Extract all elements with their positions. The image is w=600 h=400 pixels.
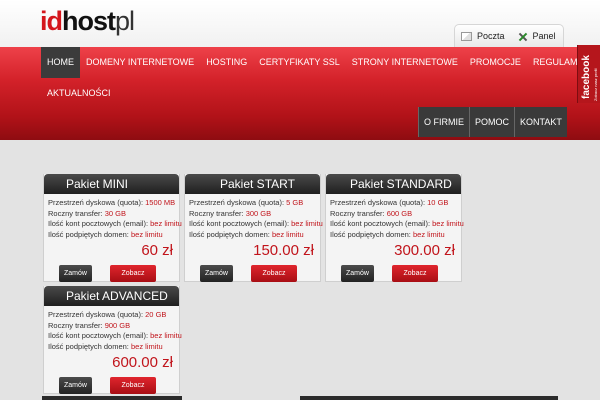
logo-part-id: id: [40, 6, 63, 36]
nav-promotions[interactable]: PROMOCJE: [464, 47, 527, 78]
emails-value: bez limitu: [432, 219, 464, 228]
emails-label: Ilość kont pocztowych (email):: [189, 219, 290, 228]
view-button[interactable]: Zobacz: [110, 377, 156, 394]
transfer-label: Roczny transfer:: [330, 208, 385, 218]
domains-row: Ilość podpiętych domen: bez limitu: [48, 342, 179, 353]
main-nav-banner: HOME DOMENY INTERNETOWE HOSTING CERTYFIK…: [0, 47, 600, 140]
domains-label: Ilość podpiętych domen:: [330, 229, 411, 239]
package-price: 150.00 zł: [253, 242, 314, 259]
domains-value: bez limitu: [412, 229, 445, 239]
domains-value: bez limitu: [271, 229, 304, 239]
view-button[interactable]: Zobacz: [110, 265, 156, 282]
nav-ssl[interactable]: CERTYFIKATY SSL: [253, 47, 346, 78]
emails-row: Ilość kont pocztowych (email): bez limit…: [48, 219, 182, 230]
domains-label: Ilość podpiętych domen:: [48, 341, 129, 351]
package-title: Pakiet STANDARD: [326, 174, 461, 194]
panel-link[interactable]: Panel: [511, 25, 562, 47]
quota-label: Przestrzeń dyskowa (quota):: [189, 198, 285, 207]
quota-label: Przestrzeń dyskowa (quota):: [330, 198, 426, 207]
transfer-value: 600 GB: [386, 208, 413, 218]
order-button[interactable]: Zamów: [341, 265, 374, 282]
panel-link-label: Panel: [532, 31, 556, 41]
nav-domains[interactable]: DOMENY INTERNETOWE: [80, 47, 200, 78]
site-logo[interactable]: idhostpl: [40, 6, 135, 36]
transfer-label: Roczny transfer:: [189, 208, 244, 218]
quota-row: Przestrzeń dyskowa (quota): 5 GB: [189, 198, 320, 209]
quota-row: Przestrzeń dyskowa (quota): 10 GB: [330, 198, 461, 209]
emails-value: bez limitu: [150, 331, 182, 340]
nav-websites[interactable]: STRONY INTERNETOWE: [346, 47, 464, 78]
transfer-value: 300 GB: [245, 208, 272, 218]
mail-link-label: Poczta: [477, 31, 505, 41]
view-button[interactable]: Zobacz: [392, 265, 438, 282]
facebook-label: facebook: [581, 55, 592, 99]
transfer-value: 900 GB: [104, 320, 131, 330]
transfer-label: Roczny transfer:: [48, 320, 103, 330]
mail-link[interactable]: Poczta: [455, 25, 511, 47]
transfer-row: Roczny transfer: 600 GB: [330, 209, 461, 220]
emails-value: bez limitu: [291, 219, 323, 228]
facebook-tab[interactable]: facebook Zobacz nasz profil: [577, 45, 600, 103]
order-button[interactable]: Zamów: [200, 265, 233, 282]
emails-value: bez limitu: [150, 219, 182, 228]
quota-value: 20 GB: [145, 310, 167, 319]
quota-value: 1500 MB: [145, 198, 176, 207]
domains-row: Ilość podpiętych domen: bez limitu: [330, 230, 461, 241]
nav-about[interactable]: O FIRMIE: [418, 107, 469, 137]
logo-part-host: host: [62, 6, 116, 36]
quota-value: 5 GB: [286, 198, 304, 207]
transfer-row: Roczny transfer: 30 GB: [48, 209, 179, 220]
package-card-advanced: Pakiet ADVANCED Przestrzeń dyskowa (quot…: [43, 286, 182, 394]
view-button[interactable]: Zobacz: [251, 265, 297, 282]
quota-value: 10 GB: [427, 198, 449, 207]
package-price: 60 zł: [141, 242, 173, 259]
tools-icon: [517, 32, 528, 41]
emails-row: Ilość kont pocztowych (email): bez limit…: [330, 219, 464, 230]
nav-help[interactable]: POMOC: [469, 107, 515, 137]
emails-row: Ilość kont pocztowych (email): bez limit…: [189, 219, 323, 230]
main-nav: HOME DOMENY INTERNETOWE HOSTING CERTYFIK…: [41, 47, 592, 78]
footer-bar-left: [42, 396, 182, 400]
nav-hosting[interactable]: HOSTING: [200, 47, 253, 78]
quota-label: Przestrzeń dyskowa (quota):: [48, 198, 144, 207]
transfer-value: 30 GB: [104, 208, 126, 218]
package-price: 300.00 zł: [394, 242, 455, 259]
top-links: Poczta Panel: [454, 24, 564, 47]
nav-contact[interactable]: KONTAKT: [514, 107, 567, 137]
domains-value: bez limitu: [130, 229, 163, 239]
emails-row: Ilość kont pocztowych (email): bez limit…: [48, 331, 182, 342]
domains-value: bez limitu: [130, 341, 163, 351]
domains-row: Ilość podpiętych domen: bez limitu: [189, 230, 320, 241]
package-price: 600.00 zł: [112, 354, 173, 371]
facebook-sublabel: Zobacz nasz profil: [593, 68, 598, 101]
package-title: Pakiet START: [185, 174, 320, 194]
quota-label: Przestrzeń dyskowa (quota):: [48, 310, 144, 319]
logo-part-pl: pl: [115, 6, 135, 36]
emails-label: Ilość kont pocztowych (email):: [330, 219, 431, 228]
transfer-label: Roczny transfer:: [48, 208, 103, 218]
nav-news[interactable]: AKTUALNOŚCI: [47, 88, 111, 98]
package-title: Pakiet MINI: [44, 174, 179, 194]
emails-label: Ilość kont pocztowych (email):: [48, 331, 149, 340]
domains-row: Ilość podpiętych domen: bez limitu: [48, 230, 179, 241]
transfer-row: Roczny transfer: 300 GB: [189, 209, 320, 220]
emails-label: Ilość kont pocztowych (email):: [48, 219, 149, 228]
header: idhostpl Poczta Panel: [0, 0, 600, 47]
footer-bar-right: [300, 396, 558, 400]
package-card-mini: Pakiet MINI Przestrzeń dyskowa (quota): …: [43, 174, 182, 282]
domains-label: Ilość podpiętych domen:: [189, 229, 270, 239]
secondary-nav: O FIRMIE POMOC KONTAKT: [418, 107, 567, 137]
package-card-start: Pakiet START Przestrzeń dyskowa (quota):…: [184, 174, 323, 282]
transfer-row: Roczny transfer: 900 GB: [48, 321, 179, 332]
nav-home[interactable]: HOME: [41, 47, 80, 78]
quota-row: Przestrzeń dyskowa (quota): 20 GB: [48, 310, 179, 321]
package-title: Pakiet ADVANCED: [44, 286, 179, 306]
quota-row: Przestrzeń dyskowa (quota): 1500 MB: [48, 198, 179, 209]
mail-icon: [461, 31, 472, 41]
domains-label: Ilość podpiętych domen:: [48, 229, 129, 239]
order-button[interactable]: Zamów: [59, 377, 92, 394]
package-card-standard: Pakiet STANDARD Przestrzeń dyskowa (quot…: [325, 174, 464, 282]
order-button[interactable]: Zamów: [59, 265, 92, 282]
